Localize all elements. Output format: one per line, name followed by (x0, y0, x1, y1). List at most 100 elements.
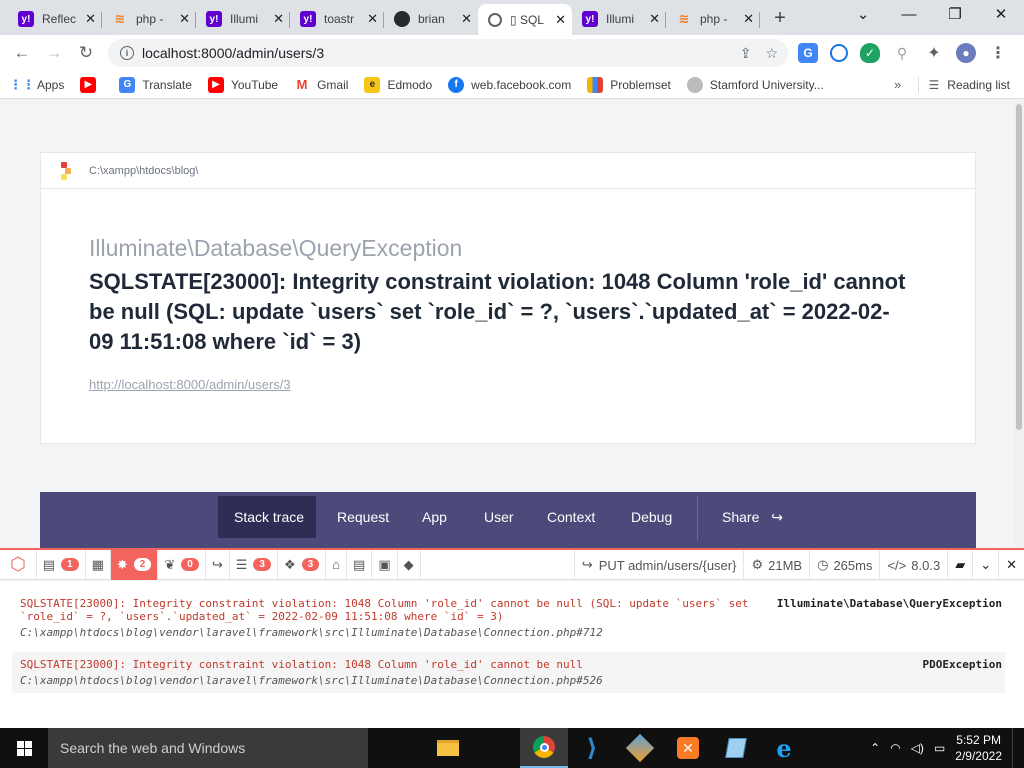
chrome-icon[interactable] (520, 728, 568, 768)
share-button[interactable]: Share ↪ (722, 509, 783, 526)
bookmark-gmail[interactable]: M Gmail (294, 76, 348, 93)
tab-user[interactable]: User (484, 509, 514, 525)
browser-tab-active[interactable]: ▯ SQL ✕ (478, 4, 572, 35)
open-folder-icon[interactable]: ▰ (947, 550, 972, 580)
extension-circle-icon[interactable] (830, 44, 848, 62)
debugbar-session-tab[interactable]: ▣ (372, 549, 398, 580)
bookmark-youtube[interactable]: ▶ YouTube (207, 76, 278, 93)
reading-list-button[interactable]: ☰ Reading list (917, 76, 1010, 93)
bookmark-problemset[interactable]: Problemset (587, 76, 671, 93)
minimize-button[interactable]: — (886, 4, 932, 26)
yahoo-icon: y! (300, 11, 316, 27)
bookmark-translate[interactable]: G Translate (119, 76, 192, 93)
debugbar-views-tab[interactable]: ❦ 0 (158, 549, 206, 580)
tray-overflow-icon[interactable]: ⌃ (870, 741, 880, 755)
show-desktop-button[interactable] (1012, 728, 1016, 768)
browser-tab[interactable]: y! Reflec ✕ (8, 5, 102, 33)
browser-tab[interactable]: y! toastr ✕ (290, 5, 384, 33)
browser-tab[interactable]: y! Illumi ✕ (572, 5, 666, 33)
bookmark-apps[interactable]: ⋮⋮ Apps (9, 76, 64, 93)
bookmark-stamford[interactable]: Stamford University... (686, 76, 824, 93)
route-indicator[interactable]: ↪ PUT admin/users/{user} (573, 550, 744, 580)
browser-tab[interactable]: brian ✕ (384, 5, 478, 33)
close-tab-icon[interactable]: ✕ (555, 12, 566, 28)
puzzle-extensions-icon[interactable]: ✦ (924, 43, 944, 63)
debugbar-timeline-tab[interactable]: ▦ (86, 549, 111, 580)
shield-extension-icon[interactable]: ✓ (860, 43, 880, 63)
tab-debug[interactable]: Debug (631, 509, 672, 525)
tags-icon: ◆ (403, 556, 414, 572)
apps-grid-icon: ⋮⋮ (9, 76, 35, 92)
page-scrollbar[interactable] (1014, 100, 1024, 548)
close-window-button[interactable]: ✕ (978, 4, 1024, 26)
close-tab-icon[interactable]: ✕ (179, 11, 190, 27)
error-page: C:\xampp\htdocs\blog\ Illuminate\Databas… (0, 100, 1014, 548)
site-info-icon[interactable]: i (120, 46, 134, 60)
share-arrow-icon: ↪ (581, 557, 593, 572)
bookmark-facebook[interactable]: f web.facebook.com (448, 76, 571, 93)
reload-icon[interactable]: ↻ (70, 43, 102, 63)
memory-indicator[interactable]: ⚙ 21MB (743, 550, 809, 580)
browser-tab[interactable]: ≋ php - ✕ (102, 5, 196, 33)
bookmark-edmodo[interactable]: e Edmodo (364, 76, 432, 93)
debugbar-gate-tab[interactable]: ▤ (347, 549, 373, 580)
menu-kebab-icon[interactable]: ⋮ (988, 43, 1008, 63)
exception-row[interactable]: SQLSTATE[23000]: Integrity constraint vi… (12, 591, 1005, 645)
browser-tab[interactable]: y! Illumi ✕ (196, 5, 290, 33)
close-debugbar-icon[interactable]: ✕ (998, 550, 1024, 580)
back-icon[interactable]: ← (6, 43, 38, 63)
debugbar-messages-tab[interactable]: ▤ 1 (37, 549, 86, 580)
forward-icon[interactable]: → (38, 43, 70, 63)
notepad-icon[interactable] (712, 728, 760, 768)
clock[interactable]: 5:52 PM 2/9/2022 (955, 732, 1002, 764)
start-button[interactable] (0, 728, 48, 768)
google-translate-icon[interactable]: G (798, 43, 818, 63)
time-indicator[interactable]: ◷ 265ms (809, 550, 879, 580)
debugbar-queries-tab[interactable]: ☰ 3 (230, 549, 278, 580)
bookmark-star-icon[interactable]: ☆ (765, 45, 778, 62)
tab-app[interactable]: App (422, 509, 447, 525)
browser-tab[interactable]: ≋ php - ✕ (666, 5, 760, 33)
taskbar-search-input[interactable]: Search the web and Windows (48, 728, 368, 768)
xampp-icon[interactable]: ✕ (664, 728, 712, 768)
file-explorer-icon[interactable] (424, 728, 472, 768)
debugbar-models-tab[interactable]: ❖ 3 (278, 549, 327, 580)
close-tab-icon[interactable]: ✕ (649, 11, 660, 27)
volume-icon[interactable]: ◁) (911, 741, 924, 755)
maximize-button[interactable]: ❐ (932, 4, 978, 26)
views-count-badge: 0 (181, 558, 199, 571)
new-tab-button[interactable]: + (766, 4, 794, 32)
minimize-debugbar-icon[interactable]: ⌄ (972, 550, 998, 580)
virtualbox-icon[interactable] (616, 728, 664, 768)
vscode-icon[interactable]: ⟩ (568, 728, 616, 768)
window-controls: ⌄ — ❐ ✕ (840, 4, 1024, 26)
reading-list-icon: ☰ (928, 77, 940, 92)
tab-stack-trace[interactable]: Stack trace (234, 509, 304, 525)
tab-request[interactable]: Request (337, 509, 389, 525)
scrollbar-thumb[interactable] (1016, 104, 1022, 430)
bookmarks-overflow-icon[interactable]: » (894, 77, 901, 92)
accessibility-icon[interactable]: ⚲ (892, 43, 912, 63)
request-url-link[interactable]: http://localhost:8000/admin/users/3 (89, 377, 291, 392)
internet-explorer-icon[interactable]: e (760, 728, 808, 768)
share-page-icon[interactable]: ⇪ (740, 45, 752, 62)
address-bar[interactable]: i localhost:8000/admin/users/3 ⇪ ☆ (108, 39, 788, 67)
keyboard-icon[interactable]: ▭ (934, 741, 945, 755)
close-tab-icon[interactable]: ✕ (461, 11, 472, 27)
debugbar-request-tab[interactable]: ◆ (398, 549, 421, 580)
close-tab-icon[interactable]: ✕ (273, 11, 284, 27)
debugbar-logo-icon[interactable]: ⬡ (0, 549, 37, 580)
debugbar-mail-tab[interactable]: ⌂ (326, 549, 348, 580)
debugbar-exceptions-tab[interactable]: ✸ 2 (110, 549, 159, 580)
close-tab-icon[interactable]: ✕ (743, 11, 754, 27)
debugbar-route-tab[interactable]: ↪ (206, 549, 230, 580)
close-tab-icon[interactable]: ✕ (85, 11, 96, 27)
tab-search-icon[interactable]: ⌄ (840, 4, 886, 26)
wifi-icon[interactable]: ◠ (890, 741, 900, 755)
exception-row[interactable]: SQLSTATE[23000]: Integrity constraint vi… (12, 652, 1005, 693)
profile-avatar[interactable]: ● (956, 43, 976, 63)
yahoo-icon: y! (18, 11, 34, 27)
bookmark-youtube-icon-only[interactable]: ▶ (80, 76, 103, 93)
tab-context[interactable]: Context (547, 509, 595, 525)
close-tab-icon[interactable]: ✕ (367, 11, 378, 27)
